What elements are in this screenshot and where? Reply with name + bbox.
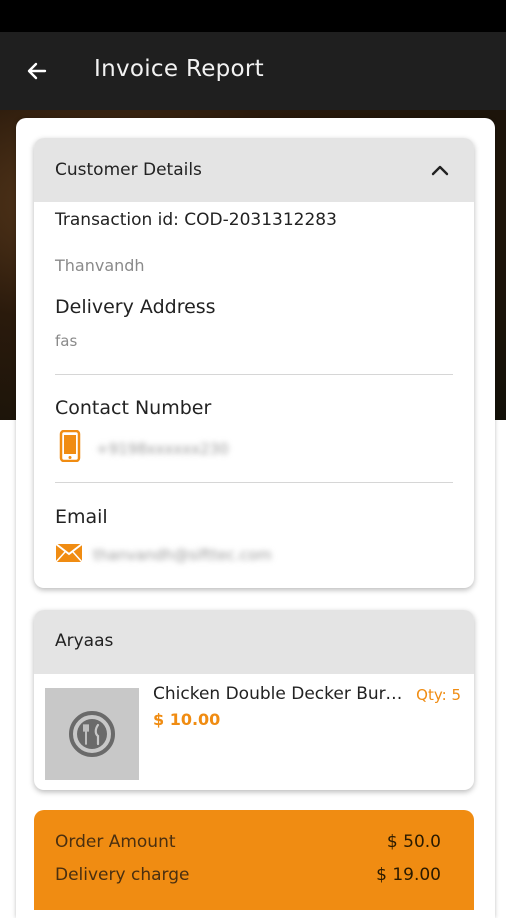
- page-title: Invoice Report: [94, 56, 264, 82]
- customer-details-header[interactable]: Customer Details: [34, 138, 474, 202]
- order-amount-row: Order Amount $ 50.0: [55, 832, 441, 852]
- cutlery-icon: [69, 711, 115, 757]
- email-title: Email: [55, 506, 108, 528]
- order-amount-value: $ 50.0: [386, 832, 441, 852]
- mail-icon: [55, 543, 83, 563]
- transaction-id: Transaction id: COD-2031312283: [55, 210, 337, 230]
- delivery-charge-row: Delivery charge $ 19.00: [55, 865, 441, 885]
- item-image-placeholder: [45, 688, 139, 780]
- divider: [55, 482, 453, 483]
- chevron-up-icon[interactable]: [428, 158, 452, 182]
- restaurant-header: Aryaas: [34, 610, 474, 674]
- restaurant-name: Aryaas: [55, 631, 114, 651]
- back-button[interactable]: [18, 52, 56, 90]
- divider: [55, 374, 453, 375]
- item-quantity: Qty: 5: [416, 686, 461, 704]
- arrow-left-icon: [27, 62, 47, 80]
- delivery-address-value: fas: [55, 332, 78, 350]
- delivery-charge-label: Delivery charge: [55, 865, 190, 885]
- restaurant-order-card: Aryaas Chicken Double Decker Burger Qty:…: [34, 610, 474, 790]
- item-name: Chicken Double Decker Burger: [153, 684, 411, 704]
- app-bar: Invoice Report: [0, 32, 506, 110]
- status-bar: [0, 0, 506, 32]
- contact-number-title: Contact Number: [55, 397, 212, 419]
- delivery-address-title: Delivery Address: [55, 296, 216, 318]
- order-amount-label: Order Amount: [55, 832, 176, 852]
- contact-number-value[interactable]: +9198xxxxxx230: [96, 440, 229, 458]
- customer-details-card: Customer Details Transaction id: COD-203…: [34, 138, 474, 588]
- customer-details-label: Customer Details: [55, 160, 202, 180]
- item-price: $ 10.00: [153, 710, 221, 729]
- email-value[interactable]: thanvandh@sifttec.com: [93, 546, 272, 564]
- phone-icon: [59, 430, 81, 462]
- delivery-charge-value: $ 19.00: [376, 865, 441, 885]
- order-summary-panel: Order Amount $ 50.0 Delivery charge $ 19…: [34, 810, 474, 910]
- customer-name: Thanvandh: [55, 256, 145, 275]
